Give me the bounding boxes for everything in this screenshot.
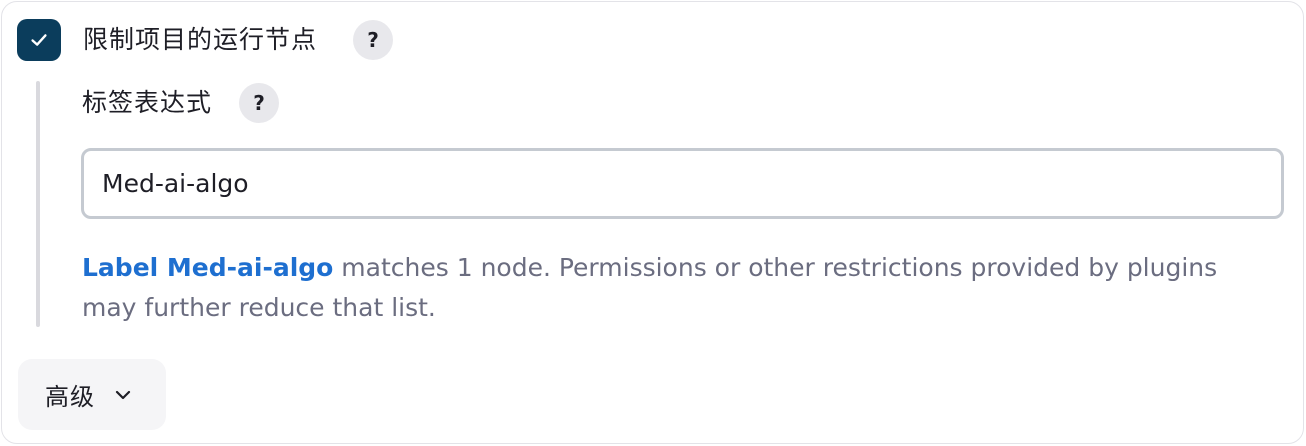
check-icon — [31, 34, 47, 46]
chevron-down-icon — [113, 385, 133, 405]
question-mark-icon: ? — [367, 28, 379, 52]
advanced-label: 高级 — [45, 383, 95, 411]
restrict-node-help-icon[interactable]: ? — [353, 20, 393, 60]
label-validation-message: Label Med-ai-algo matches 1 node. Permis… — [82, 248, 1262, 328]
label-link[interactable]: Label Med-ai-algo — [82, 253, 333, 282]
label-expression-label: 标签表达式 — [82, 88, 213, 117]
nested-section-border — [36, 81, 40, 327]
restrict-node-label[interactable]: 限制项目的运行节点 — [83, 24, 317, 56]
advanced-button[interactable]: 高级 — [18, 359, 166, 430]
label-expression-input[interactable] — [81, 148, 1284, 219]
restrict-node-section: 限制项目的运行节点 ? 标签表达式 ? Label Med-ai-algo ma… — [1, 1, 1304, 444]
label-expression-help-icon[interactable]: ? — [239, 83, 279, 123]
restrict-node-checkbox[interactable] — [17, 19, 61, 61]
question-mark-icon: ? — [253, 91, 265, 115]
